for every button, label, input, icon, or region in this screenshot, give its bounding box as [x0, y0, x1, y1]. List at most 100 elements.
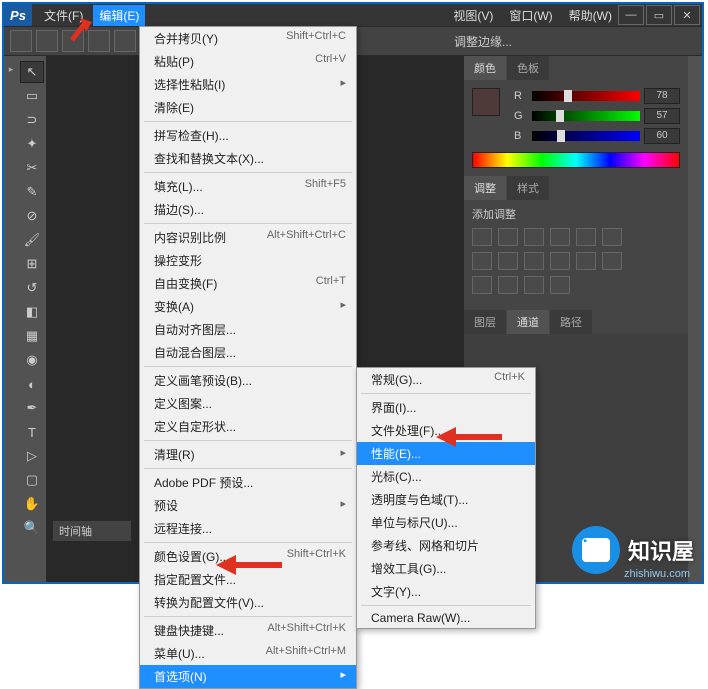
move-tool[interactable]: ↖	[20, 61, 44, 83]
adj-icon[interactable]	[602, 252, 622, 270]
menu-content-aware-scale[interactable]: 内容识别比例Alt+Shift+Ctrl+C	[140, 226, 356, 249]
pref-type[interactable]: 文字(Y)...	[357, 580, 535, 603]
heal-tool[interactable]: ⊘	[20, 205, 44, 227]
dodge-tool[interactable]: ◐	[20, 373, 44, 395]
menu-auto-blend[interactable]: 自动混合图层...	[140, 341, 356, 364]
menu-paste[interactable]: 粘贴(P)Ctrl+V	[140, 50, 356, 73]
menu-keyboard-shortcuts[interactable]: 键盘快捷键...Alt+Shift+Ctrl+K	[140, 619, 356, 642]
paths-tab[interactable]: 路径	[550, 310, 592, 334]
color-tab[interactable]: 颜色	[464, 56, 506, 80]
pref-general[interactable]: 常规(G)...Ctrl+K	[357, 368, 535, 391]
pref-transparency[interactable]: 透明度与色域(T)...	[357, 488, 535, 511]
history-brush-tool[interactable]: ↺	[20, 277, 44, 299]
tool-preset-icon[interactable]	[10, 30, 32, 52]
pref-guides[interactable]: 参考线、网格和切片	[357, 534, 535, 557]
b-value[interactable]: 60	[644, 128, 680, 144]
menu-remote[interactable]: 远程连接...	[140, 517, 356, 540]
g-slider[interactable]	[532, 111, 640, 121]
adj-icon[interactable]	[498, 252, 518, 270]
menu-convert-profile[interactable]: 转换为配置文件(V)...	[140, 591, 356, 614]
menu-window[interactable]: 窗口(W)	[503, 5, 558, 26]
pref-units[interactable]: 单位与标尺(U)...	[357, 511, 535, 534]
r-value[interactable]: 78	[644, 88, 680, 104]
eraser-tool[interactable]: ◧	[20, 301, 44, 323]
path-tool[interactable]: ▷	[20, 445, 44, 467]
menu-puppet-warp[interactable]: 操控变形	[140, 249, 356, 272]
adj-icon[interactable]	[524, 276, 544, 294]
menu-free-transform[interactable]: 自由变换(F)Ctrl+T	[140, 272, 356, 295]
layers-tab[interactable]: 图层	[464, 310, 506, 334]
window-minimize[interactable]: —	[618, 5, 644, 25]
shape-tool[interactable]: ▢	[20, 469, 44, 491]
menu-define-pattern[interactable]: 定义图案...	[140, 392, 356, 415]
menu-merge-copy[interactable]: 合并拷贝(Y)Shift+Ctrl+C	[140, 27, 356, 50]
opt-icon-1[interactable]	[36, 30, 58, 52]
pref-cursors[interactable]: 光标(C)...	[357, 465, 535, 488]
adj-icon[interactable]	[524, 228, 544, 246]
gradient-tool[interactable]: ▦	[20, 325, 44, 347]
adj-icon[interactable]	[576, 252, 596, 270]
opt-icon-2[interactable]	[62, 30, 84, 52]
menu-define-shape[interactable]: 定义自定形状...	[140, 415, 356, 438]
channels-tab[interactable]: 通道	[507, 310, 549, 334]
pref-interface[interactable]: 界面(I)...	[357, 396, 535, 419]
menu-purge[interactable]: 清理(R)▸	[140, 443, 356, 466]
blur-tool[interactable]: ◉	[20, 349, 44, 371]
marquee-tool[interactable]: ▭	[20, 85, 44, 107]
menu-stroke[interactable]: 描边(S)...	[140, 198, 356, 221]
menu-menus[interactable]: 菜单(U)...Alt+Shift+Ctrl+M	[140, 642, 356, 665]
panel-collapse-bar[interactable]	[688, 56, 702, 582]
adj-icon[interactable]	[472, 228, 492, 246]
opt-icon-4[interactable]	[114, 30, 136, 52]
pref-performance[interactable]: 性能(E)...	[357, 442, 535, 465]
menu-find-replace[interactable]: 查找和替换文本(X)...	[140, 147, 356, 170]
adj-icon[interactable]	[576, 228, 596, 246]
adj-icon[interactable]	[524, 252, 544, 270]
hand-tool[interactable]: ✋	[20, 493, 44, 515]
pen-tool[interactable]: ✒	[20, 397, 44, 419]
foreground-swatch[interactable]	[472, 88, 500, 116]
pref-file-handling[interactable]: 文件处理(F)...	[357, 419, 535, 442]
menu-spellcheck[interactable]: 拼写检查(H)...	[140, 124, 356, 147]
zoom-tool[interactable]: 🔍	[20, 517, 44, 539]
b-slider[interactable]	[532, 131, 640, 141]
lasso-tool[interactable]: ⊃	[20, 109, 44, 131]
adj-icon[interactable]	[498, 276, 518, 294]
menu-edit[interactable]: 编辑(E)	[93, 5, 145, 26]
menu-file[interactable]: 文件(F)	[38, 5, 89, 26]
menu-auto-align[interactable]: 自动对齐图层...	[140, 318, 356, 341]
g-value[interactable]: 57	[644, 108, 680, 124]
pref-camera-raw[interactable]: Camera Raw(W)...	[357, 608, 535, 628]
pref-plugins[interactable]: 增效工具(G)...	[357, 557, 535, 580]
menu-color-settings[interactable]: 颜色设置(G)...Shift+Ctrl+K	[140, 545, 356, 568]
menu-presets[interactable]: 预设▸	[140, 494, 356, 517]
window-maximize[interactable]: ▭	[646, 5, 672, 25]
swatches-tab[interactable]: 色板	[507, 56, 549, 80]
color-ramp[interactable]	[472, 152, 680, 168]
stamp-tool[interactable]: ⊞	[20, 253, 44, 275]
menu-fill[interactable]: 填充(L)...Shift+F5	[140, 175, 356, 198]
adj-icon[interactable]	[602, 228, 622, 246]
adj-icon[interactable]	[472, 276, 492, 294]
adj-icon[interactable]	[498, 228, 518, 246]
crop-tool[interactable]: ✂	[20, 157, 44, 179]
menu-clear[interactable]: 清除(E)	[140, 96, 356, 119]
adj-icon[interactable]	[550, 252, 570, 270]
menu-paste-special[interactable]: 选择性粘贴(I)▸	[140, 73, 356, 96]
menu-transform[interactable]: 变换(A)▸	[140, 295, 356, 318]
r-slider[interactable]	[532, 91, 640, 101]
menu-define-brush[interactable]: 定义画笔预设(B)...	[140, 369, 356, 392]
wand-tool[interactable]: ✦	[20, 133, 44, 155]
toggle-arrow-icon[interactable]: ▸	[9, 64, 14, 75]
styles-tab[interactable]: 样式	[507, 176, 549, 200]
menu-adobe-pdf[interactable]: Adobe PDF 预设...	[140, 471, 356, 494]
adjust-tab[interactable]: 调整	[464, 176, 506, 200]
opt-icon-3[interactable]	[88, 30, 110, 52]
eyedropper-tool[interactable]: ✎	[20, 181, 44, 203]
menu-preferences[interactable]: 首选项(N)▸	[140, 665, 356, 688]
type-tool[interactable]: T	[20, 421, 44, 443]
adj-icon[interactable]	[550, 228, 570, 246]
menu-view[interactable]: 视图(V)	[447, 5, 499, 26]
timeline-tab[interactable]: 时间轴	[52, 520, 132, 542]
menu-help[interactable]: 帮助(W)	[563, 5, 618, 26]
